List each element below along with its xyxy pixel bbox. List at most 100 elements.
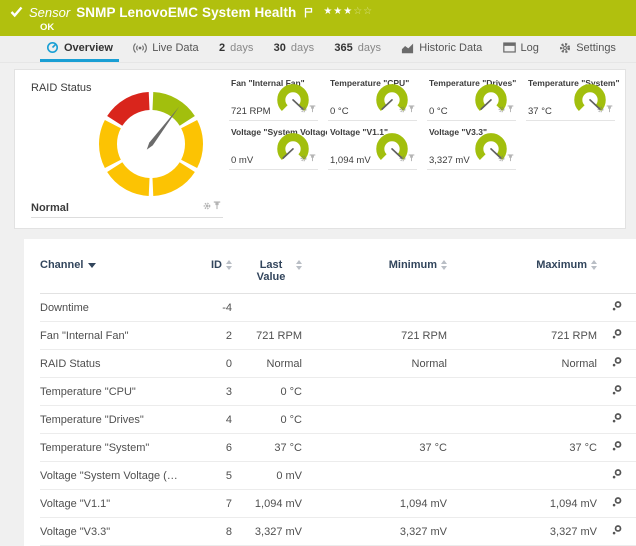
pin-icon[interactable] bbox=[408, 149, 415, 167]
tab-overview[interactable]: Overview bbox=[40, 36, 119, 62]
tab-30-days[interactable]: 30 days bbox=[268, 36, 321, 62]
pin-icon[interactable] bbox=[606, 100, 613, 118]
sort-desc-icon bbox=[88, 263, 96, 268]
channel-settings-icon[interactable] bbox=[611, 328, 623, 343]
channel-settings-icon[interactable] bbox=[611, 468, 623, 483]
cell-minimum: 3,327 mV bbox=[302, 518, 447, 546]
log-icon bbox=[503, 42, 516, 53]
cell-last-value: 3,327 mV bbox=[232, 518, 302, 546]
cell-maximum: 721 RPM bbox=[447, 322, 597, 350]
tab-365-days[interactable]: 365 days bbox=[328, 36, 387, 62]
cell-channel[interactable]: Voltage "V3.3" bbox=[40, 518, 190, 546]
cell-channel[interactable]: Temperature "System" bbox=[40, 434, 190, 462]
table-row[interactable]: Downtime -4 bbox=[40, 294, 636, 322]
sensor-header: Sensor SNMP LenovoEMC System Health ★★★☆… bbox=[0, 0, 636, 36]
gauge-tile-temp-system[interactable]: Temperature "System" 37 °C bbox=[526, 75, 615, 121]
channels-table-card: Channel ID Last Value Minimum Maximum Do… bbox=[24, 239, 636, 546]
channel-settings-icon[interactable] bbox=[611, 412, 623, 427]
tab-log[interactable]: Log bbox=[497, 36, 545, 62]
gauge-tile-temp-cpu[interactable]: Temperature "CPU" 0 °C bbox=[328, 75, 417, 121]
sort-icon bbox=[226, 260, 232, 270]
table-row[interactable]: Temperature "System" 6 37 °C 37 °C 37 °C bbox=[40, 434, 636, 462]
cell-channel[interactable]: Voltage "V1.1" bbox=[40, 490, 190, 518]
cell-maximum: 3,327 mV bbox=[447, 518, 597, 546]
cell-actions bbox=[597, 490, 636, 518]
channel-settings-icon[interactable] bbox=[611, 356, 623, 371]
channels-table: Channel ID Last Value Minimum Maximum Do… bbox=[40, 245, 636, 546]
table-row[interactable]: Voltage "System Voltage (… 5 0 mV bbox=[40, 462, 636, 490]
cell-last-value bbox=[232, 294, 302, 322]
cell-channel[interactable]: RAID Status bbox=[40, 350, 190, 378]
cell-maximum: 1,094 mV bbox=[447, 490, 597, 518]
table-row[interactable]: Temperature "Drives" 4 0 °C bbox=[40, 406, 636, 434]
rating-stars[interactable]: ★★★☆☆ bbox=[323, 7, 373, 17]
table-row[interactable]: Fan "Internal Fan" 2 721 RPM 721 RPM 721… bbox=[40, 322, 636, 350]
gauge-tile-fan[interactable]: Fan "Internal Fan" 721 RPM bbox=[229, 75, 318, 121]
pin-icon[interactable] bbox=[309, 100, 316, 118]
pin-icon[interactable] bbox=[408, 100, 415, 118]
pin-icon[interactable] bbox=[309, 149, 316, 167]
column-header-maximum[interactable]: Maximum bbox=[447, 245, 597, 294]
cell-channel[interactable]: Temperature "Drives" bbox=[40, 406, 190, 434]
cell-actions bbox=[597, 434, 636, 462]
channel-settings-icon[interactable] bbox=[611, 496, 623, 511]
channel-gear-icon[interactable] bbox=[498, 149, 505, 167]
column-header-id[interactable]: ID bbox=[190, 245, 232, 294]
cell-channel[interactable]: Fan "Internal Fan" bbox=[40, 322, 190, 350]
raid-status-value: Normal bbox=[31, 202, 69, 214]
cell-minimum: Normal bbox=[302, 350, 447, 378]
cell-channel[interactable]: Voltage "System Voltage (… bbox=[40, 462, 190, 490]
cell-channel[interactable]: Temperature "CPU" bbox=[40, 378, 190, 406]
cell-actions bbox=[597, 406, 636, 434]
cell-minimum bbox=[302, 378, 447, 406]
cell-maximum bbox=[447, 406, 597, 434]
channel-settings-icon[interactable] bbox=[611, 300, 623, 315]
channel-settings-icon[interactable] bbox=[611, 440, 623, 455]
cell-id: 4 bbox=[190, 406, 232, 434]
cell-actions bbox=[597, 350, 636, 378]
channel-gear-icon[interactable] bbox=[300, 149, 307, 167]
sort-icon bbox=[591, 260, 597, 270]
channel-gear-icon[interactable] bbox=[498, 100, 505, 118]
channel-gear-icon[interactable] bbox=[300, 100, 307, 118]
column-header-last-value[interactable]: Last Value bbox=[232, 245, 302, 294]
tab-historic-data[interactable]: Historic Data bbox=[395, 36, 488, 62]
column-header-minimum[interactable]: Minimum bbox=[302, 245, 447, 294]
table-row[interactable]: Voltage "V1.1" 7 1,094 mV 1,094 mV 1,094… bbox=[40, 490, 636, 518]
cell-id: -4 bbox=[190, 294, 232, 322]
cell-last-value: 1,094 mV bbox=[232, 490, 302, 518]
gear-icon bbox=[559, 42, 571, 54]
table-row[interactable]: Voltage "V3.3" 8 3,327 mV 3,327 mV 3,327… bbox=[40, 518, 636, 546]
channel-settings-icon[interactable] bbox=[611, 524, 623, 539]
channel-gear-icon[interactable] bbox=[399, 100, 406, 118]
tab-settings[interactable]: Settings bbox=[553, 36, 622, 62]
flag-icon[interactable] bbox=[304, 7, 313, 18]
cell-channel[interactable]: Downtime bbox=[40, 294, 190, 322]
pin-icon[interactable] bbox=[507, 100, 514, 118]
cell-actions bbox=[597, 462, 636, 490]
channel-gear-icon[interactable] bbox=[597, 100, 604, 118]
column-header-actions bbox=[597, 245, 636, 294]
gauge-tile-voltage-v11[interactable]: Voltage "V1.1" 1,094 mV bbox=[328, 124, 417, 170]
channel-settings-icon[interactable] bbox=[611, 384, 623, 399]
pin-icon[interactable] bbox=[213, 197, 221, 215]
cell-last-value: 0 °C bbox=[232, 378, 302, 406]
raid-status-tile: RAID Status Normal bbox=[15, 70, 229, 228]
gauge-tile-voltage-v33[interactable]: Voltage "V3.3" 3,327 mV bbox=[427, 124, 516, 170]
channel-gear-icon[interactable] bbox=[399, 149, 406, 167]
column-header-channel[interactable]: Channel bbox=[40, 245, 190, 294]
table-row[interactable]: RAID Status 0 Normal Normal Normal bbox=[40, 350, 636, 378]
table-header-row: Channel ID Last Value Minimum Maximum bbox=[40, 245, 636, 294]
gauge-tile-temp-drives[interactable]: Temperature "Drives" 0 °C bbox=[427, 75, 516, 121]
cell-maximum: 37 °C bbox=[447, 434, 597, 462]
cell-id: 0 bbox=[190, 350, 232, 378]
table-row[interactable]: Temperature "CPU" 3 0 °C bbox=[40, 378, 636, 406]
tab-2-days[interactable]: 2 days bbox=[213, 36, 259, 62]
cell-maximum: Normal bbox=[447, 350, 597, 378]
cell-actions bbox=[597, 378, 636, 406]
gauge-tile-voltage-system[interactable]: Voltage "System Voltage (12… 0 mV bbox=[229, 124, 318, 170]
cell-id: 8 bbox=[190, 518, 232, 546]
tab-live-data[interactable]: Live Data bbox=[127, 36, 204, 62]
pin-icon[interactable] bbox=[507, 149, 514, 167]
channel-gear-icon[interactable] bbox=[203, 197, 211, 215]
